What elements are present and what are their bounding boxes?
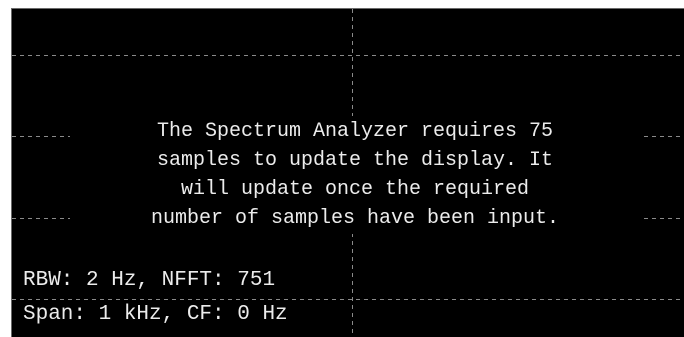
rbw-nfft-readout: RBW: 2 Hz, NFFT: 751: [23, 267, 278, 295]
message-line-2: samples to update the display. It: [156, 149, 554, 172]
insufficient-samples-message: The Spectrum Analyzer requires 75 sample…: [70, 116, 640, 234]
spectrum-display: The Spectrum Analyzer requires 75 sample…: [11, 8, 684, 337]
message-line-3: will update once the required: [180, 178, 530, 201]
message-line-4: number of samples have been input.: [150, 207, 560, 230]
message-line-1: The Spectrum Analyzer requires 75: [156, 120, 554, 143]
span-cf-readout: Span: 1 kHz, CF: 0 Hz: [23, 301, 290, 329]
